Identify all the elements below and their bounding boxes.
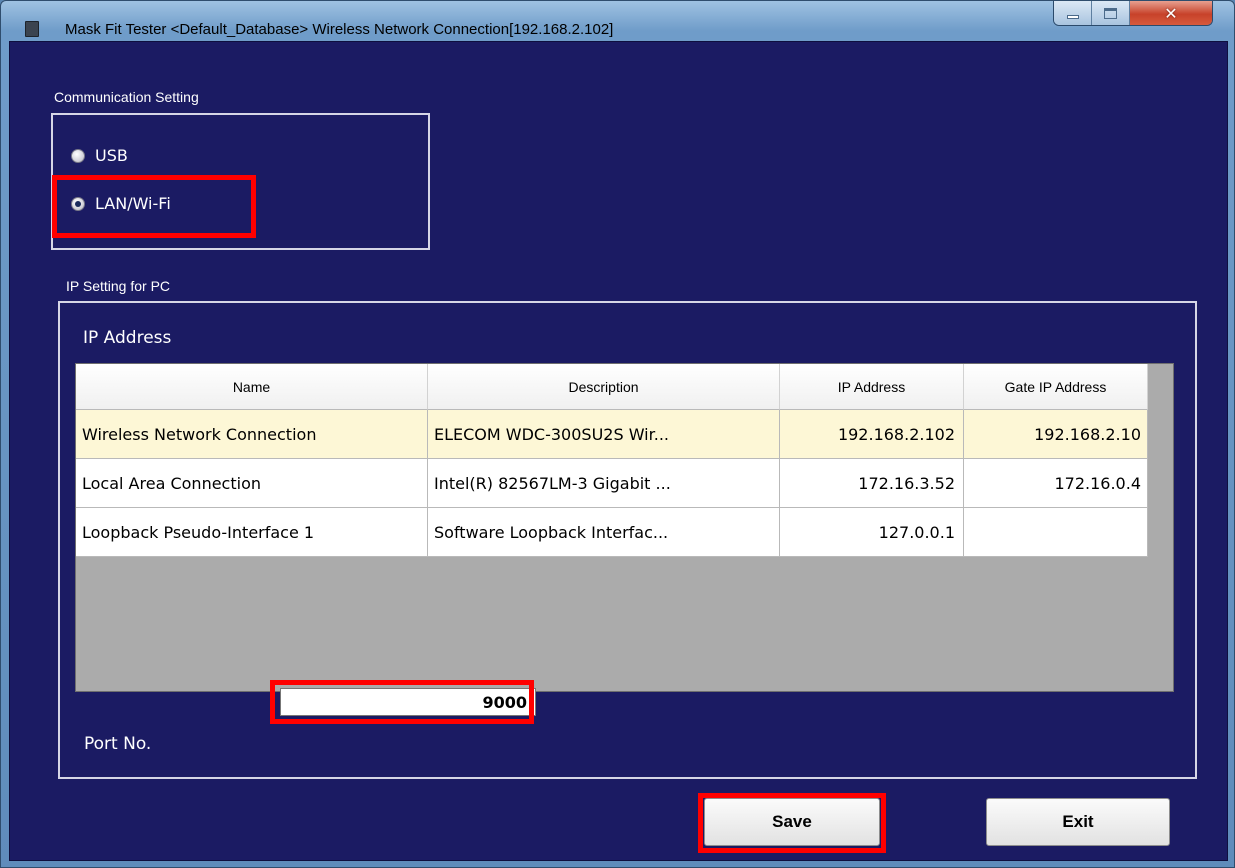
table-row[interactable]: Wireless Network Connection ELECOM WDC-3…	[76, 410, 1148, 459]
highlight-port	[270, 680, 534, 724]
table-row[interactable]: Loopback Pseudo-Interface 1 Software Loo…	[76, 508, 1148, 557]
title-bar[interactable]: Mask Fit Tester <Default_Database> Wirel…	[1, 1, 1235, 41]
caption-buttons: ✕	[1053, 1, 1213, 26]
cell-gate-ip-address: 172.16.0.4	[964, 459, 1148, 508]
cell-description: ELECOM WDC-300SU2S Wir...	[428, 410, 780, 459]
minimize-button[interactable]	[1054, 1, 1092, 25]
radio-usb[interactable]: USB	[71, 146, 128, 165]
column-header-gate-ip-address[interactable]: Gate IP Address	[964, 364, 1148, 410]
client-area: Communication Setting USB LAN/Wi-Fi IP S…	[9, 41, 1228, 861]
cell-description: Intel(R) 82567LM-3 Gigabit ...	[428, 459, 780, 508]
close-icon: ✕	[1164, 3, 1178, 23]
highlight-save	[698, 793, 886, 853]
highlight-lan-wifi	[52, 175, 256, 238]
window-title: Mask Fit Tester <Default_Database> Wirel…	[65, 21, 614, 38]
ip-address-label: IP Address	[83, 328, 172, 348]
radio-usb-icon[interactable]	[71, 148, 85, 163]
cell-name: Wireless Network Connection	[76, 410, 428, 459]
cell-name: Local Area Connection	[76, 459, 428, 508]
ip-address-table[interactable]: Name Description IP Address Gate IP Addr…	[75, 363, 1174, 692]
cell-gate-ip-address	[964, 508, 1148, 557]
cell-ip-address: 192.168.2.102	[780, 410, 964, 459]
table-row[interactable]: Local Area Connection Intel(R) 82567LM-3…	[76, 459, 1148, 508]
close-button[interactable]: ✕	[1130, 1, 1212, 25]
app-icon	[25, 21, 39, 37]
ip-setting-label: IP Setting for PC	[66, 278, 171, 294]
cell-ip-address: 172.16.3.52	[780, 459, 964, 508]
column-header-name[interactable]: Name	[76, 364, 428, 410]
communication-setting-label: Communication Setting	[54, 89, 199, 105]
minimize-icon	[1066, 15, 1079, 19]
table-header: Name Description IP Address Gate IP Addr…	[76, 364, 1148, 410]
cell-description: Software Loopback Interfac...	[428, 508, 780, 557]
maximize-button[interactable]	[1092, 1, 1130, 25]
port-label: Port No.	[84, 734, 152, 754]
maximize-icon	[1104, 7, 1117, 19]
cell-name: Loopback Pseudo-Interface 1	[76, 508, 428, 557]
radio-usb-label: USB	[95, 146, 128, 165]
app-window: Mask Fit Tester <Default_Database> Wirel…	[0, 0, 1235, 868]
cell-gate-ip-address: 192.168.2.10	[964, 410, 1148, 459]
cell-ip-address: 127.0.0.1	[780, 508, 964, 557]
column-header-ip-address[interactable]: IP Address	[780, 364, 964, 410]
column-header-description[interactable]: Description	[428, 364, 780, 410]
exit-button[interactable]: Exit	[986, 798, 1170, 846]
